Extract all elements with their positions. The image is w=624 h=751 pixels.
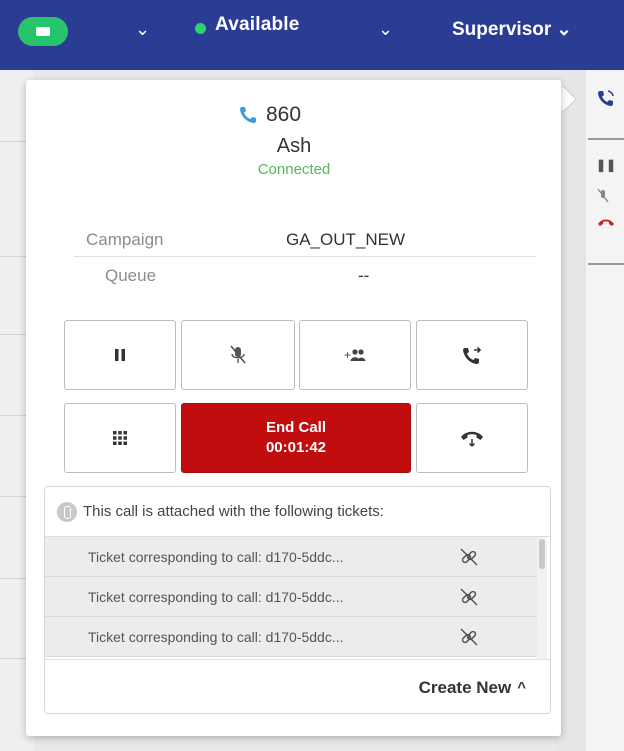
mute-button[interactable] [181, 320, 295, 390]
role-selector[interactable]: Supervisor ⌄ [452, 19, 572, 41]
phone-active-icon[interactable] [596, 88, 616, 108]
unlink-icon[interactable] [459, 627, 479, 647]
chevron-up-icon: ^ [517, 679, 526, 696]
ticket-row[interactable]: Ticket corresponding to call: d170-5ddc.… [45, 537, 537, 577]
ticket-title: Ticket corresponding to call: d170-5ddc.… [88, 588, 344, 605]
queue-label: Queue [105, 266, 157, 285]
status-dropdown-icon[interactable]: ⌄ [378, 19, 393, 39]
attached-tickets-panel: This call is attached with the following… [44, 486, 551, 714]
create-new-button[interactable]: Create New ^ [45, 659, 550, 713]
add-participant-icon: + [344, 348, 366, 362]
call-toggle-button[interactable] [18, 17, 68, 46]
end-call-label: End Call [265, 419, 326, 436]
agent-status[interactable]: Available [215, 14, 300, 36]
hold-phone-icon [461, 431, 483, 448]
tickets-header-text: This call is attached with the following… [83, 503, 384, 520]
transfer-call-button[interactable] [416, 320, 528, 390]
divider [74, 256, 536, 257]
unlink-icon[interactable] [459, 587, 479, 607]
call-timer: 00:01:42 [265, 439, 327, 456]
call-side-panel: ❚❚ [586, 70, 624, 751]
dialpad-button[interactable] [64, 403, 176, 473]
chevron-down-icon[interactable]: ⌄ [135, 19, 150, 39]
hold-button[interactable] [64, 320, 176, 390]
campaign-label: Campaign [86, 230, 164, 249]
ticket-title: Ticket corresponding to call: d170-5ddc.… [88, 548, 344, 565]
add-participant-button[interactable]: + [299, 320, 411, 390]
pause-icon [115, 349, 125, 361]
ticket-title: Ticket corresponding to call: d170-5ddc.… [88, 628, 344, 645]
phone-icon [240, 107, 256, 123]
divider [588, 263, 624, 265]
call-icon [36, 27, 50, 36]
queue-value: -- [358, 266, 370, 285]
ticket-row[interactable]: Ticket corresponding to call: d170-5ddc.… [45, 617, 537, 657]
caller-name: Ash [276, 135, 312, 157]
hold-phone-button[interactable] [416, 403, 528, 473]
scrollbar-thumb[interactable] [539, 539, 545, 569]
role-chevron-icon: ⌄ [556, 19, 572, 39]
dialpad-icon [113, 431, 127, 445]
call-status: Connected [257, 161, 331, 178]
end-call-button[interactable]: End Call 00:01:42 [181, 403, 411, 473]
divider [588, 138, 624, 140]
end-call-icon[interactable] [596, 216, 616, 228]
top-bar: ⌄ Available ⌄ Supervisor ⌄ [0, 0, 624, 70]
role-label: Supervisor [452, 19, 552, 40]
caller-number-text: 860 [266, 103, 302, 126]
campaign-value: GA_OUT_NEW [286, 230, 406, 249]
caller-number: 860 [238, 103, 301, 127]
mute-icon[interactable] [596, 188, 610, 204]
transfer-call-icon [463, 346, 482, 364]
attachment-icon [57, 501, 77, 522]
mute-icon [230, 345, 246, 364]
pause-icon[interactable]: ❚❚ [596, 158, 616, 172]
status-indicator [195, 23, 206, 34]
ticket-row[interactable]: Ticket corresponding to call: d170-5ddc.… [45, 577, 537, 617]
tickets-header: This call is attached with the following… [45, 487, 550, 537]
create-new-label: Create New [418, 677, 512, 697]
unlink-icon[interactable] [459, 547, 479, 567]
svg-text:+: + [344, 348, 351, 362]
